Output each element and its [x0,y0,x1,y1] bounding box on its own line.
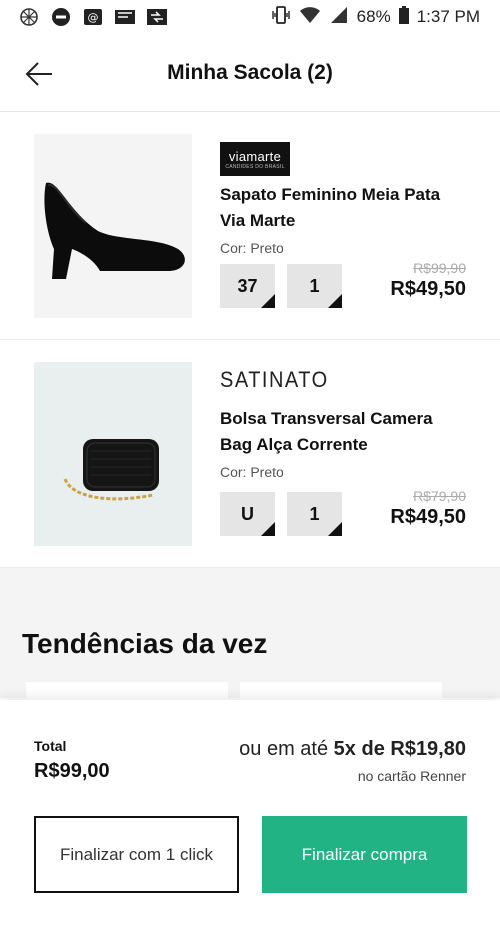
product-color: Cor: Preto [220,464,284,480]
item-info: viamarte CANDIDES DO BRASIL Sapato Femin… [220,134,466,339]
signal-icon [329,6,349,29]
quantity-select[interactable]: 1 [287,492,342,536]
product-name[interactable]: Sapato Feminino Meia Pata Via Marte [220,182,466,234]
notification-icons: @ [18,6,168,28]
item-info: SATINATO Bolsa Transversal Camera Bag Al… [220,362,466,567]
clock: 1:37 PM [416,7,480,26]
status-bar: @ 68% 1:37 PM [0,0,500,34]
wifi-icon [299,6,321,29]
item-controls: U 1 [220,492,342,536]
current-price: R$49,50 [390,506,466,528]
old-price: R$99,90 [413,260,466,276]
one-click-button[interactable]: Finalizar com 1 click [34,816,239,893]
vibrate-icon [271,5,291,30]
trend-card[interactable] [26,682,228,702]
trend-cards [26,682,442,702]
chat-icon [114,6,136,28]
price-block: R$99,90 R$49,50 [390,260,466,301]
trend-card[interactable] [240,682,442,702]
settings-icon [18,6,40,28]
system-status: 68% 1:37 PM [271,5,480,30]
brand-logo-viamarte: viamarte CANDIDES DO BRASIL [220,142,290,176]
total-value: R$99,00 [34,760,110,782]
back-arrow-icon[interactable] [24,58,56,90]
product-image-bag[interactable] [34,362,192,546]
battery-icon [398,5,409,29]
installment-info: ou em até 5x de R$19,80 [239,738,466,761]
installment-note: no cartão Renner [357,768,466,784]
price-block: R$79,90 R$49,50 [390,488,466,529]
product-image-shoe[interactable] [34,134,192,318]
block-icon [50,6,72,28]
trends-title: Tendências da vez [22,628,268,659]
cart-item: SATINATO Bolsa Transversal Camera Bag Al… [0,340,500,568]
app-header: Minha Sacola (2) [0,34,500,112]
size-select[interactable]: U [220,492,275,536]
transfer-icon [146,6,168,28]
brand-name: SATINATO [220,368,329,393]
quantity-select[interactable]: 1 [287,264,342,308]
product-name[interactable]: Bolsa Transversal Camera Bag Alça Corren… [220,406,466,458]
product-color: Cor: Preto [220,240,284,256]
battery-percent: 68% [356,7,391,26]
old-price: R$79,90 [413,488,466,504]
checkout-button[interactable]: Finalizar compra [262,816,467,893]
size-select[interactable]: 37 [220,264,275,308]
installment-value: 5x de R$19,80 [333,738,466,760]
cart-item: viamarte CANDIDES DO BRASIL Sapato Femin… [0,112,500,340]
trends-section: Tendências da vez [0,568,500,702]
installment-prefix: ou em até [239,738,334,760]
svg-text:@: @ [88,11,99,24]
current-price: R$49,50 [390,278,466,300]
page-title: Minha Sacola (2) [167,60,333,84]
checkout-panel: Total R$99,00 ou em até 5x de R$19,80 no… [0,700,500,928]
total-label: Total [34,738,67,754]
email-icon: @ [82,6,104,28]
item-controls: 37 1 [220,264,342,308]
